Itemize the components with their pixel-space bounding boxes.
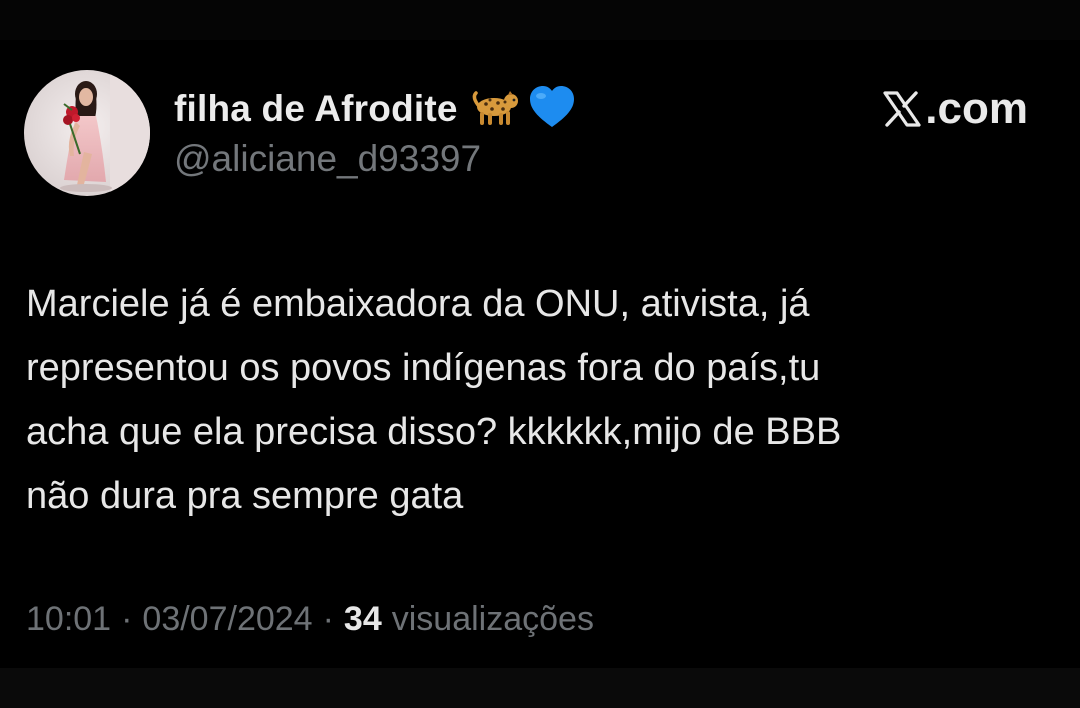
user-handle[interactable]: @aliciane_d93397 xyxy=(174,138,481,180)
brand-watermark: .com xyxy=(883,82,1028,136)
tweet-date[interactable]: 03/07/2024 xyxy=(142,600,312,639)
tweet-time[interactable]: 10:01 xyxy=(26,600,111,639)
views-label: visualizações xyxy=(391,600,594,638)
meta-separator: · xyxy=(322,600,334,638)
x-logo-icon xyxy=(883,91,921,127)
display-name-row[interactable]: filha de Afrodite xyxy=(174,84,576,134)
display-name[interactable]: filha de Afrodite xyxy=(174,88,458,130)
avatar[interactable] xyxy=(24,70,150,196)
screenshot-frame: filha de Afrodite @aliciane_d93397 .com … xyxy=(0,0,1080,708)
bottom-border xyxy=(0,668,1080,708)
tweet-meta: 10:01 · 03/07/2024 · 34 visualizações xyxy=(26,600,594,639)
meta-separator: · xyxy=(121,600,133,638)
blue-heart-icon xyxy=(528,85,576,134)
brand-suffix: .com xyxy=(925,84,1028,133)
tweet-text: Marciele já é embaixadora da ONU, ativis… xyxy=(26,283,842,517)
avatar-photo xyxy=(24,70,150,196)
views[interactable]: 34 visualizações xyxy=(344,600,594,639)
top-border xyxy=(0,0,1080,40)
leopard-icon xyxy=(470,87,522,132)
views-count: 34 xyxy=(343,600,382,638)
